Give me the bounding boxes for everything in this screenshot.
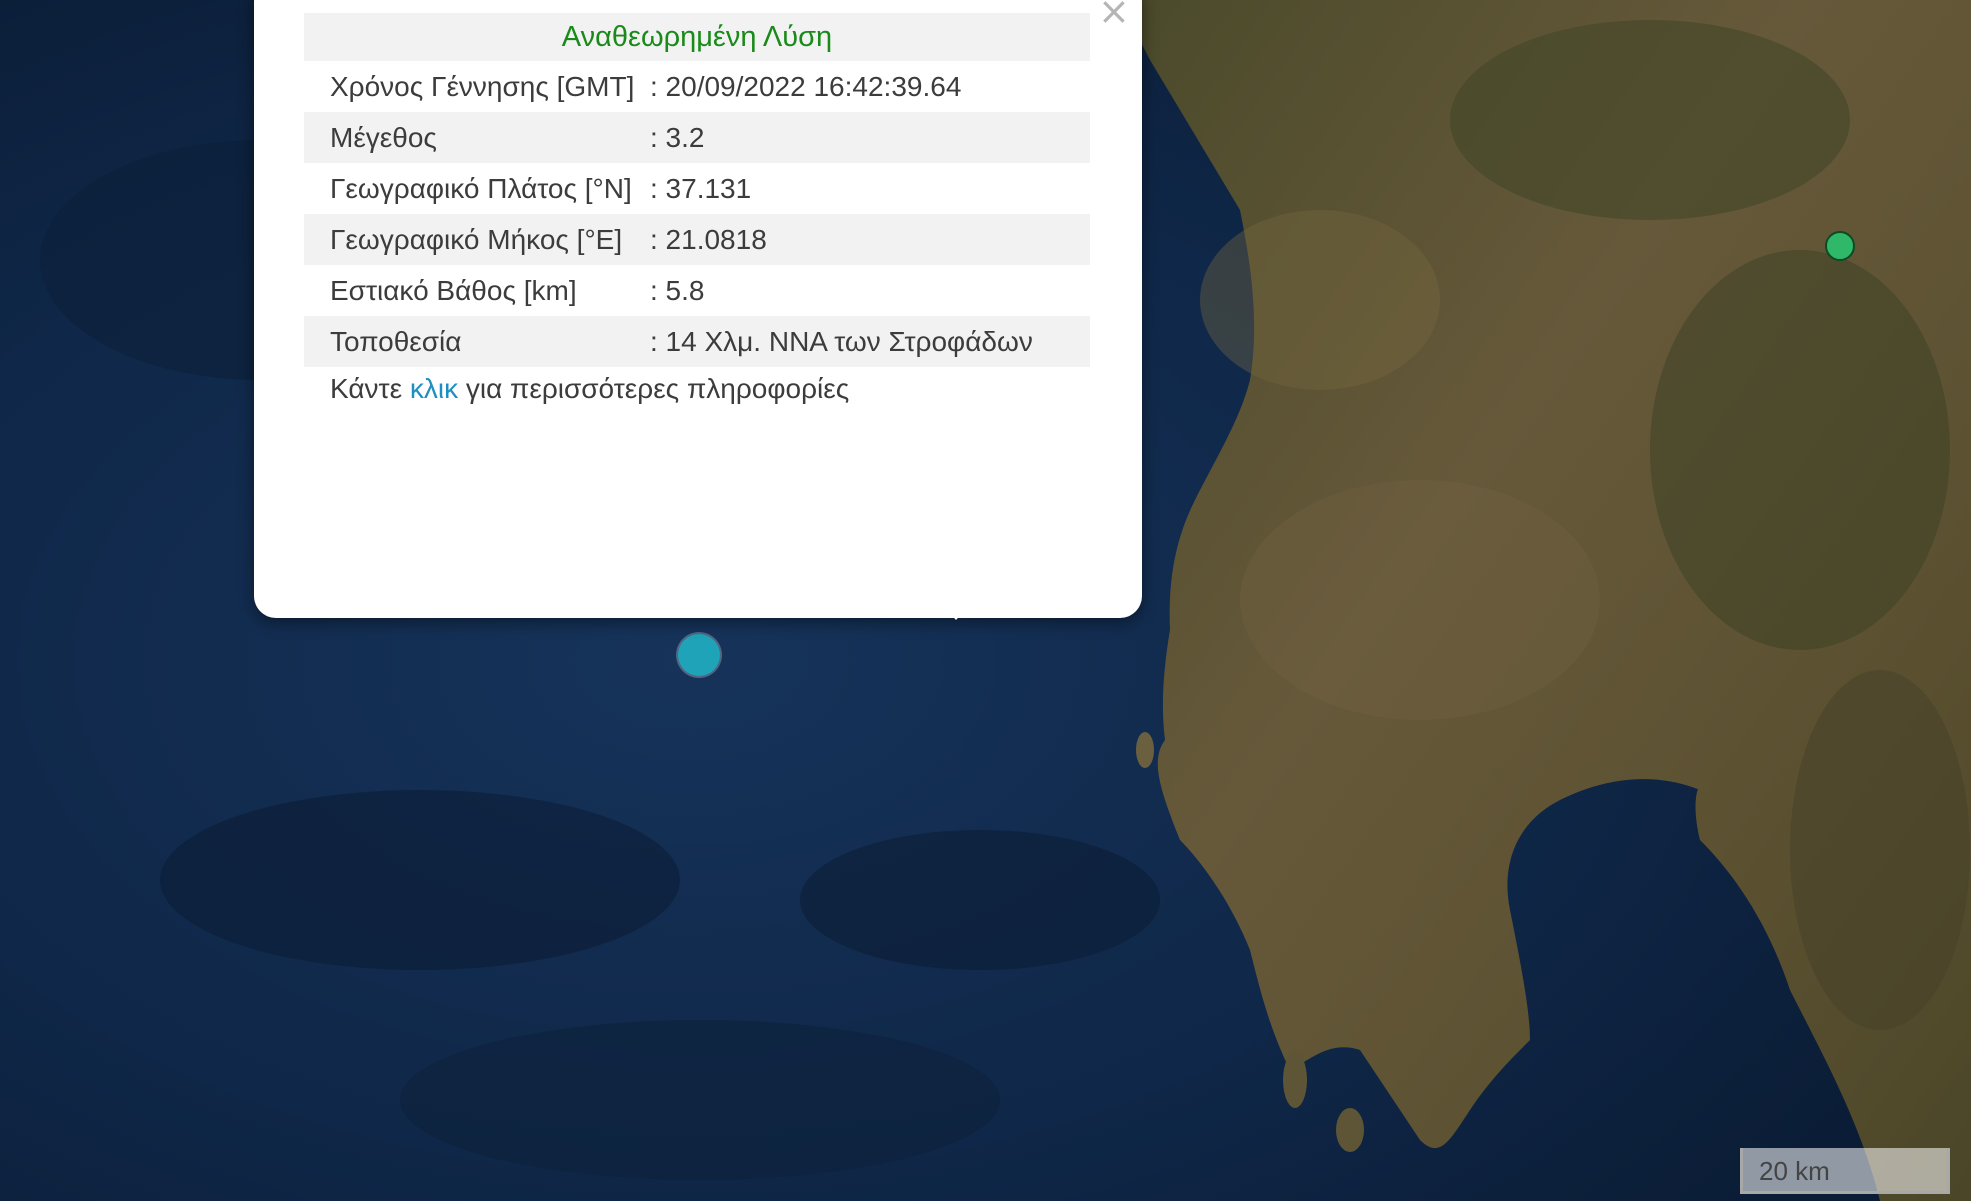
info-label: Γεωγραφικό Μήκος [°E] xyxy=(304,214,650,265)
info-row-depth: Εστιακό Βάθος [km] : 5.8 xyxy=(304,265,1090,316)
info-row-location: Τοποθεσία : 14 Χλμ. ΝΝΑ των Στροφάδων xyxy=(304,316,1090,367)
earthquake-marker[interactable] xyxy=(1825,231,1855,261)
info-row-latitude: Γεωγραφικό Πλάτος [°N] : 37.131 xyxy=(304,163,1090,214)
popup-tip xyxy=(934,596,978,620)
info-value: : 20/09/2022 16:42:39.64 xyxy=(650,71,962,102)
more-info-prefix: Κάντε xyxy=(330,373,410,404)
satellite-map[interactable]: × Αναθεωρημένη Λύση Χρόνος Γέννησης [GMT… xyxy=(0,0,1971,1201)
island xyxy=(1283,1052,1307,1108)
info-value: : 21.0818 xyxy=(650,214,1090,265)
popup-title: Αναθεωρημένη Λύση xyxy=(304,13,1090,61)
info-value: : 5.8 xyxy=(650,275,705,306)
close-icon[interactable]: × xyxy=(1098,0,1130,30)
island xyxy=(1136,732,1154,768)
info-label: Εστιακό Βάθος [km] xyxy=(330,275,577,306)
info-value: : 14 Χλμ. ΝΝΑ των Στροφάδων xyxy=(650,316,1090,367)
info-label: Τοποθεσία xyxy=(304,316,650,367)
info-label: Γεωγραφικό Πλάτος [°N] xyxy=(330,173,632,204)
more-info-suffix: για περισσότερες πληροφορίες xyxy=(458,373,850,404)
info-row-magnitude: Μέγεθος : 3.2 xyxy=(304,112,1090,163)
earthquake-info-table: Χρόνος Γέννησης [GMT] : 20/09/2022 16:42… xyxy=(304,61,1090,367)
info-value: : 37.131 xyxy=(650,173,752,204)
info-value: : 3.2 xyxy=(650,112,1090,163)
info-row-origin-time: Χρόνος Γέννησης [GMT] : 20/09/2022 16:42… xyxy=(304,61,1090,112)
scale-bar: 20 km xyxy=(1740,1148,1950,1194)
selected-earthquake-marker[interactable] xyxy=(678,634,720,676)
info-label: Μέγεθος xyxy=(304,112,650,163)
info-row-longitude: Γεωγραφικό Μήκος [°E] : 21.0818 xyxy=(304,214,1090,265)
earthquake-popup: × Αναθεωρημένη Λύση Χρόνος Γέννησης [GMT… xyxy=(254,0,1142,620)
info-label: Χρόνος Γέννησης [GMT] xyxy=(330,71,635,102)
more-info-link[interactable]: κλικ xyxy=(410,373,458,404)
island xyxy=(1336,1108,1364,1152)
more-info-line: Κάντε κλικ για περισσότερες πληροφορίες xyxy=(304,373,1090,405)
popup-content: Αναθεωρημένη Λύση Χρόνος Γέννησης [GMT] … xyxy=(304,13,1090,405)
